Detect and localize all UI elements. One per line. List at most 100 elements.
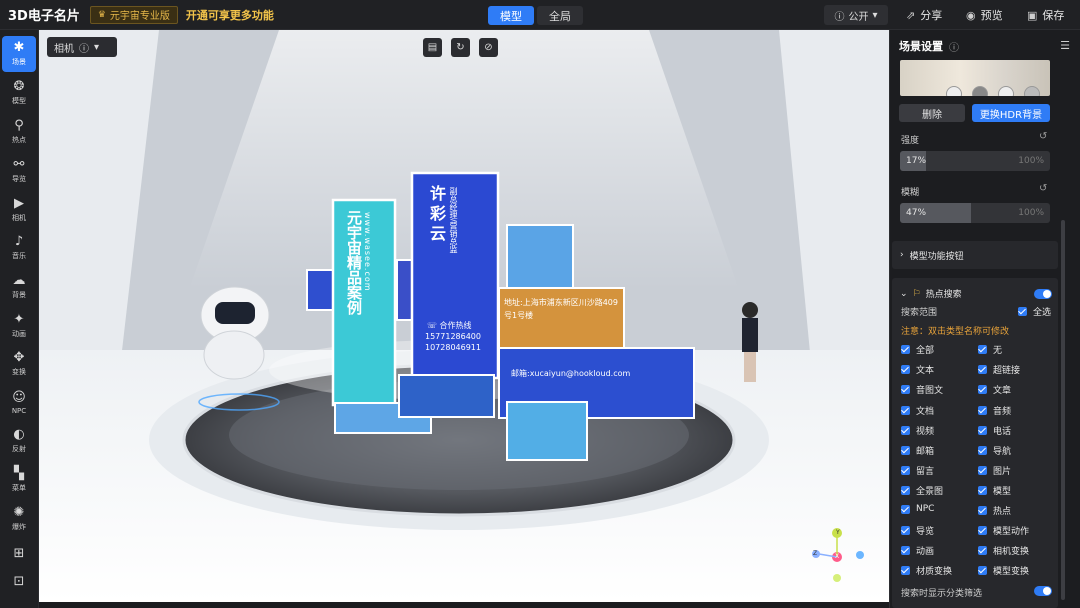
3d-viewport[interactable]: 元宇宙精品案例 www.wasee.com 许彩云 副总经理/营销总监 ☏ 合作… [39,30,889,602]
settings-list-icon[interactable]: ☰ [1060,39,1070,52]
reset-icon[interactable]: ↺ [1039,183,1047,194]
option-checkbox[interactable]: 音频 [978,404,1011,417]
tour-icon: ⚯ [13,157,25,172]
tab-global[interactable]: 全局 [537,6,583,25]
option-checkbox[interactable]: 导航 [978,444,1011,457]
reflection-icon: ◐ [13,427,25,442]
hdr-thumbnail[interactable] [900,60,1050,96]
option-checkbox[interactable]: 动画 [901,544,934,557]
feedback-button[interactable]: ⊞ [2,542,36,566]
sidebar-item-explode[interactable]: ✺ 爆炸 [2,501,36,537]
checkbox [901,566,910,575]
checkbox [978,446,987,455]
option-checkbox[interactable]: 导览 [901,524,934,537]
npc-body [742,318,758,352]
option-checkbox[interactable]: 相机变换 [978,544,1029,557]
option-label: 无 [993,346,1003,356]
option-checkbox[interactable]: 全部 [901,343,934,356]
option-checkbox[interactable]: 热点 [978,504,1011,517]
tab-model[interactable]: 模型 [488,6,534,25]
sidebar-item-model[interactable]: ❂ 模型 [2,75,36,111]
replace-hdr-button[interactable]: 更换HDR背景 [972,104,1050,122]
book-icon: ▤ [427,42,438,53]
hotspot-search-toggle[interactable] [1034,289,1052,299]
checkbox [901,345,910,354]
preview-button[interactable]: ◉ 预览 [966,7,1003,23]
option-label: 导航 [993,447,1012,457]
help-icon: ⓘ [949,42,959,54]
intensity-slider[interactable]: 17% 100% [900,151,1050,171]
option-checkbox[interactable]: 无 [978,343,1002,356]
rotate-button[interactable]: ↻ [451,38,470,57]
case-board-text: 元宇宙精品案例 [345,210,363,315]
checkbox [901,385,910,394]
sidebar-item-music[interactable]: ♪ 音乐 [2,230,36,266]
front-box-mid [398,374,495,418]
chevron-right-icon: › [900,250,904,260]
npc-icon: ☺ [12,390,26,405]
camera-dropdown[interactable]: 相机 ⓘ ▾ [47,37,117,57]
delete-hdr-button[interactable]: 删除 [899,104,965,122]
hide-button[interactable]: ⊘ [479,38,498,57]
visibility-dropdown[interactable]: ⓘ 公开 ▾ [824,5,888,25]
axis-neg-y-dot [833,574,841,582]
sidebar-item-scene[interactable]: ✱ 场景 [2,36,36,72]
share-icon: ⇗ [906,8,916,22]
filter-footer-toggle[interactable] [1034,586,1052,596]
sidebar-item-reflection[interactable]: ◐ 反射 [2,423,36,459]
option-checkbox[interactable]: 材质变换 [901,564,952,577]
sidebar-item-background[interactable]: ☁ 背景 [2,269,36,305]
option-checkbox[interactable]: 邮箱 [901,444,934,457]
rotate-icon: ↻ [456,42,465,53]
website-text: www.wasee.com [363,212,372,292]
option-checkbox[interactable]: 模型动作 [978,524,1029,537]
sphere-preview [1024,86,1040,96]
option-checkbox[interactable]: 文档 [901,404,934,417]
option-label: 超链接 [993,366,1021,376]
checkbox [978,466,987,475]
option-checkbox[interactable]: 电话 [978,424,1011,437]
sidebar-item-camera[interactable]: ▶ 相机 [2,192,36,228]
scene-icon: ✱ [13,40,25,55]
select-all-checkbox[interactable]: 全选 [1018,305,1051,318]
option-checkbox[interactable]: 留言 [901,464,934,477]
book-button[interactable]: ▤ [423,38,442,57]
option-checkbox[interactable]: 文本 [901,363,934,376]
option-checkbox[interactable]: 图片 [978,464,1011,477]
checkbox [978,385,987,394]
option-checkbox[interactable]: 超链接 [978,363,1020,376]
checkbox [978,365,987,374]
pro-badge[interactable]: ♛ 元宇宙专业版 [89,5,178,24]
music-icon: ♪ [14,234,24,249]
intensity-label: 强度 [901,136,920,146]
option-checkbox[interactable]: 全景图 [901,484,943,497]
sidebar-item-menu[interactable]: ▚ 菜单 [2,462,36,498]
share-button[interactable]: ⇗ 分享 [906,7,942,23]
sidebar-item-transform[interactable]: ✥ 变换 [2,346,36,382]
option-checkbox[interactable]: 视频 [901,424,934,437]
option-checkbox[interactable]: 文章 [978,383,1011,396]
sidebar-item-label: 反射 [12,445,26,453]
sidebar-item-animation[interactable]: ✦ 动画 [2,308,36,344]
blur-slider[interactable]: 47% 100% [900,203,1050,223]
option-checkbox[interactable]: 模型变换 [978,564,1029,577]
hotspot-search-header[interactable]: ⌄ ⚐ 热点搜索 [900,287,962,301]
pro-badge-label: 元宇宙专业版 [109,11,170,22]
animation-icon: ✦ [13,312,25,327]
checkbox [901,365,910,374]
model-buttons-section[interactable]: › 模型功能按钮 [892,241,1058,269]
option-checkbox[interactable]: 模型 [978,484,1011,497]
save-button[interactable]: ▣ 保存 [1027,7,1064,23]
option-label: 图片 [993,467,1012,477]
option-checkbox[interactable]: 音图文 [901,383,943,396]
option-checkbox[interactable]: NPC [901,504,934,514]
upgrade-link[interactable]: 开通可享更多功能 [186,7,274,23]
sidebar-item-hotspot[interactable]: ⚲ 热点 [2,114,36,150]
message-icon: ⊡ [13,574,25,589]
sidebar-item-npc[interactable]: ☺ NPC [2,385,36,421]
panel-scrollbar[interactable] [1061,220,1065,600]
message-button[interactable]: ⊡ [2,570,36,594]
reset-icon[interactable]: ↺ [1039,131,1047,142]
section-label: 模型功能按钮 [909,251,964,262]
sidebar-item-tour[interactable]: ⚯ 导览 [2,153,36,189]
